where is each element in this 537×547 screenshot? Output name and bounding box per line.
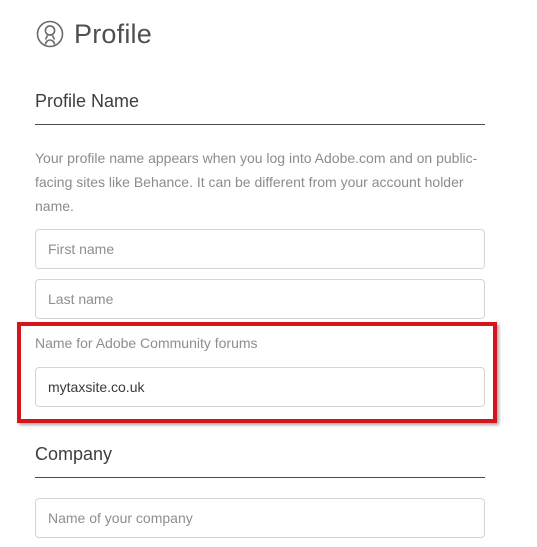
profile-name-heading: Profile Name bbox=[35, 91, 485, 125]
company-name-input[interactable] bbox=[35, 498, 485, 538]
company-heading: Company bbox=[35, 444, 485, 478]
last-name-input[interactable] bbox=[35, 279, 485, 319]
community-name-input[interactable] bbox=[35, 367, 485, 407]
first-name-input[interactable] bbox=[35, 229, 485, 269]
profile-page: Profile Profile Name Your profile name a… bbox=[0, 0, 537, 547]
user-circle-icon bbox=[36, 20, 64, 48]
page-title: Profile bbox=[74, 18, 152, 49]
page-header: Profile bbox=[36, 14, 152, 54]
profile-name-description: Your profile name appears when you log i… bbox=[35, 150, 478, 214]
community-name-label: Name for Adobe Community forums bbox=[35, 335, 258, 351]
